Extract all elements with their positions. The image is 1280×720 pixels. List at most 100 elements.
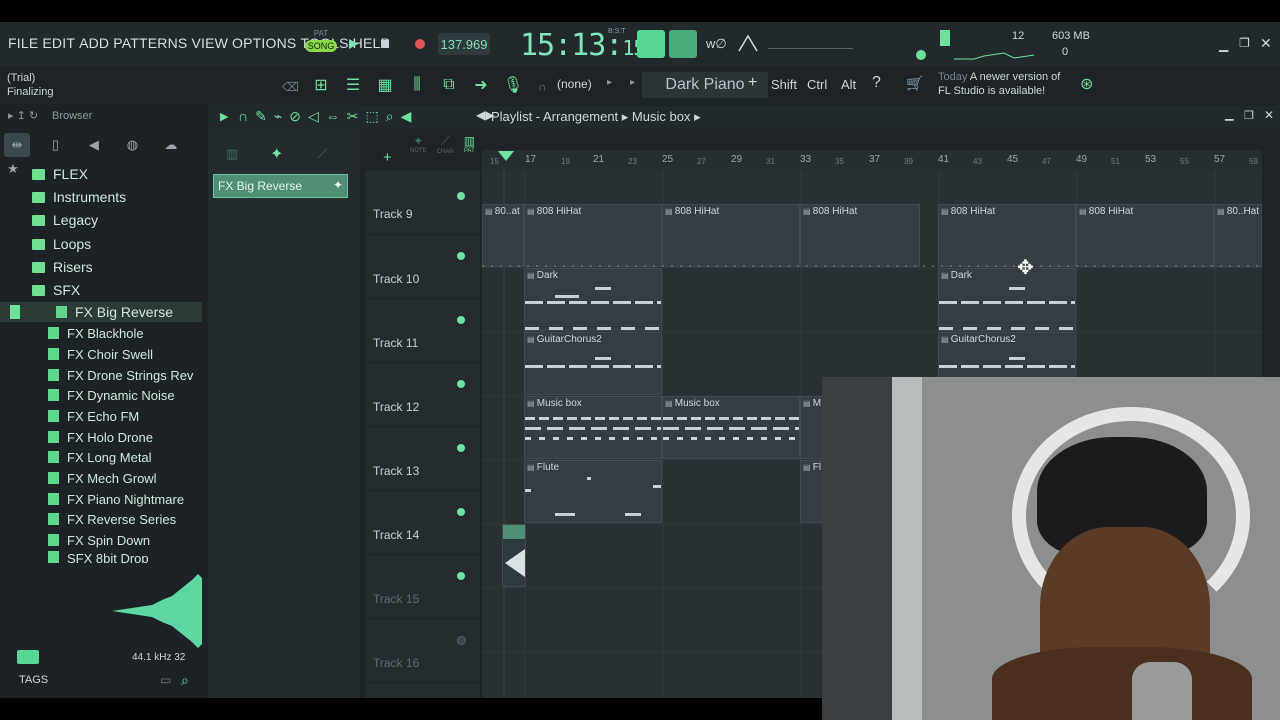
selector-arrow-icon[interactable]: ▸ [607,77,612,88]
browser-file[interactable]: FX Drone Strings Rev [0,365,202,385]
plugin-picker-icon[interactable]: ⧉ [438,74,460,96]
file-tab-icon[interactable]: ▯ [42,133,68,157]
automation-icon[interactable]: ⟋ [318,146,327,162]
browser-nav-icon[interactable]: ▸ ↥ ↻ [8,109,38,122]
ctrl-modifier[interactable]: Ctrl [807,77,827,92]
stop-button[interactable] [374,33,396,55]
clip-808-hihat[interactable]: 80..at [482,204,524,267]
playlist-menu-icon[interactable]: ▶ [220,110,228,123]
delete-icon[interactable]: ⊘ [289,108,301,125]
browser-folder[interactable]: Legacy [0,210,202,230]
browser-folder[interactable]: Risers [0,257,202,277]
clip-music-box[interactable]: Music box [662,396,800,459]
audio-clip-icon[interactable]: ✦ [270,144,283,164]
note-option[interactable]: ✦ NOTE [410,134,427,155]
browser-folder[interactable]: SFX [0,280,202,300]
slice-icon[interactable]: ✂ [347,108,359,125]
clip-808-hihat[interactable]: 80..Hat [1214,204,1262,267]
browser-file[interactable]: FX Long Metal [0,447,202,467]
clip-808-hihat[interactable]: 808 HiHat [524,204,662,267]
search-icon[interactable]: ⌕ [181,672,189,689]
globe-tab-icon[interactable]: ◍ [119,133,145,157]
shift-modifier[interactable]: Shift [771,77,797,92]
add-preset-icon[interactable]: + [748,74,757,92]
alt-modifier[interactable]: Alt [841,77,856,92]
close-icon[interactable]: ✕ [1260,35,1272,52]
browser-file[interactable]: FX Echo FM [0,406,202,426]
channel-rack-icon[interactable]: ☰ [342,74,364,96]
record-button[interactable] [409,33,431,55]
headphones-icon[interactable]: ∩ [538,80,547,94]
track-header[interactable]: Track 13 [365,426,480,491]
clip-808-hihat[interactable]: 808 HiHat [938,204,1076,267]
help-icon[interactable]: ? [872,74,881,92]
cloud-tab-icon[interactable]: ☁ [158,133,184,157]
shop-cart-icon[interactable]: 🛒 [906,75,923,92]
master-volume-slider[interactable] [768,38,853,49]
update-globe-icon[interactable]: ⊛ [1080,74,1093,94]
pat-song-toggle[interactable]: PAT SONG [305,29,337,59]
speaker-tab-icon[interactable]: ◀ [81,133,107,157]
menu-file[interactable]: FILE [6,35,40,51]
browser-file[interactable]: FX Piano Nightmare [0,489,202,509]
browser-file[interactable]: FX Blackhole [0,323,202,343]
preset-prev-icon[interactable]: ▸ [630,77,635,88]
undo-history-icon[interactable]: ⌫ [282,80,299,94]
menu-patterns[interactable]: PATTERNS [111,35,189,51]
playhead-marker-icon[interactable] [498,151,514,163]
browser-folder[interactable]: FLEX [0,164,202,184]
track-header[interactable]: Track 11 [365,298,480,363]
master-pitch-knob[interactable] [916,50,926,60]
browser-file[interactable]: FX Spin Down [0,530,202,550]
magnet-icon[interactable]: ∩ [238,108,248,125]
browser-file[interactable]: FX Reverse Series [0,509,202,529]
browser-file[interactable]: FX Choir Swell [0,344,202,364]
browser-file[interactable]: FX Dynamic Noise [0,385,202,405]
browser-file[interactable]: FX Holo Drone [0,427,202,447]
track-header[interactable]: Track 15 [365,554,480,619]
mixer-icon[interactable]: ⫼ [406,74,428,96]
chan-option[interactable]: ⟋ CHAN [437,134,454,155]
microphone-icon[interactable]: 🎙 [502,74,524,96]
news-panel[interactable]: Today A newer version of FL Studio is av… [938,70,1060,98]
playback-icon[interactable]: ◀ [401,108,412,125]
menu-edit[interactable]: EDIT [40,35,77,51]
playlist-pattern[interactable]: Music box [632,109,691,124]
track-header[interactable]: Track 12 [365,362,480,427]
wait-input-icon[interactable]: w∅ [706,36,727,52]
mute-icon[interactable]: ◁ [308,108,319,125]
clip-808-hihat[interactable]: 808 HiHat [662,204,800,267]
track-enable-led[interactable] [457,380,465,388]
preview-play-button[interactable] [17,650,39,664]
clip-dark[interactable]: Dark [938,268,1076,331]
browser-folder[interactable]: Loops [0,234,202,254]
track-enable-led[interactable] [457,572,465,580]
slip-icon[interactable]: ⇔ [326,108,340,125]
add-track-icon[interactable]: + [383,149,392,166]
playlist-window-icon[interactable]: ⊞ [310,74,332,96]
clip-music-box[interactable]: Music box [524,396,662,459]
all-tab-icon[interactable]: ⇹ [4,133,30,157]
track-enable-led[interactable] [457,636,466,645]
typing-keyboard-button[interactable] [637,30,665,58]
maximize-icon[interactable]: ❐ [1239,36,1250,50]
tempo-display[interactable]: 137.969 [438,33,490,55]
clip-source-item[interactable]: FX Big Reverse ✦ [213,174,348,198]
step-edit-button[interactable] [669,30,697,58]
track-enable-led[interactable] [457,508,465,516]
clip-guitarchorus2[interactable]: GuitarChorus2 [524,332,662,395]
browser-file-selected[interactable]: FX Big Reverse [0,302,202,322]
mixer-track-selector[interactable]: (none) [557,77,592,91]
clip-808-hihat[interactable]: 808 HiHat [1076,204,1214,267]
clip-fx-big-reverse[interactable] [502,524,526,587]
track-enable-led[interactable] [457,316,465,324]
clip-flute[interactable]: Flute [524,460,662,523]
menu-options[interactable]: OPTIONS [230,35,298,51]
track-header[interactable]: Track 10 [365,234,480,299]
pencil-icon[interactable]: ✎ [255,108,267,125]
piano-roll-icon[interactable]: ▦ [374,74,396,96]
folder-open-icon[interactable]: ▭ [160,673,171,687]
play-button[interactable] [342,33,364,55]
playlist-maximize-icon[interactable]: ❐ [1244,109,1254,122]
browser-file[interactable]: SFX 8bit Drop [0,551,202,563]
